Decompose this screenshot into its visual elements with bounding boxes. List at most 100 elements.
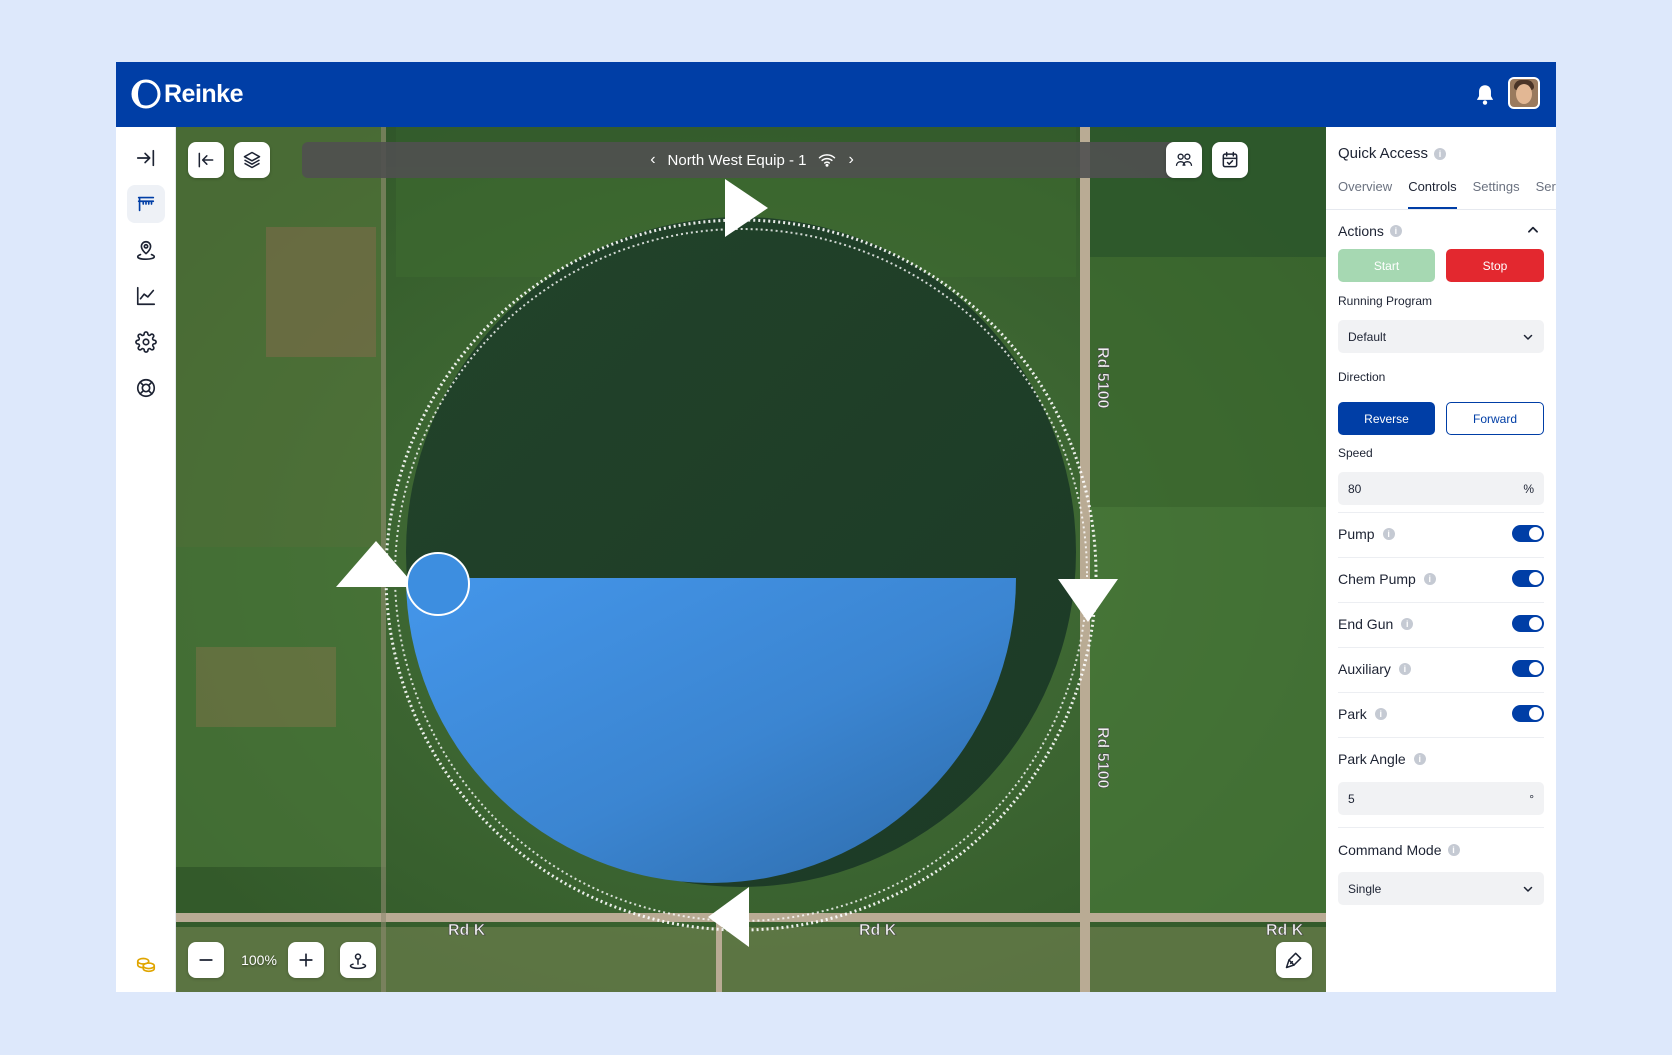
park-toggle[interactable] bbox=[1512, 705, 1544, 722]
satellite-map[interactable]: Rd 5100 Rd 5100 Rd K Rd K Rd K bbox=[176, 127, 1326, 992]
command-mode-select[interactable]: Single bbox=[1338, 872, 1544, 905]
command-mode-title: Command Mode i bbox=[1338, 842, 1460, 858]
chevron-right-icon[interactable]: › bbox=[848, 151, 853, 169]
nav-item-analytics[interactable] bbox=[127, 277, 165, 315]
collapse-panel-button[interactable] bbox=[188, 142, 224, 178]
park-angle-row: Park Angle i bbox=[1338, 737, 1544, 779]
toggle-row-pump: Pump i bbox=[1338, 512, 1544, 554]
park-angle-unit: ° bbox=[1529, 791, 1534, 806]
brand-logo[interactable]: Reinke bbox=[131, 78, 243, 110]
panel-title: Quick Access i bbox=[1338, 145, 1447, 162]
quick-access-panel: Quick Access i Overview Controls Setting… bbox=[1326, 127, 1556, 992]
zoom-level: 100% bbox=[241, 952, 277, 968]
draw-button[interactable] bbox=[1276, 942, 1312, 978]
left-nav bbox=[116, 127, 176, 992]
info-icon[interactable]: i bbox=[1447, 844, 1460, 856]
info-icon[interactable]: i bbox=[1389, 225, 1402, 237]
tab-overview[interactable]: Overview bbox=[1338, 179, 1392, 209]
start-button[interactable]: Start bbox=[1338, 249, 1435, 282]
info-icon[interactable]: i bbox=[1398, 662, 1411, 675]
panel-title-text: Quick Access bbox=[1338, 145, 1429, 162]
park-label: Park bbox=[1338, 705, 1367, 722]
minus-icon bbox=[199, 959, 213, 961]
tab-settings[interactable]: Settings bbox=[1473, 179, 1520, 209]
end-gun-toggle[interactable] bbox=[1512, 615, 1544, 632]
end-gun-label: End Gun bbox=[1338, 615, 1394, 632]
road-label: Rd K bbox=[448, 922, 486, 939]
layers-button[interactable] bbox=[234, 142, 270, 178]
plus-icon bbox=[299, 953, 313, 967]
group-button[interactable] bbox=[1166, 142, 1202, 178]
actions-title: Actions i bbox=[1338, 223, 1402, 239]
chem-pump-toggle[interactable] bbox=[1512, 570, 1544, 587]
chem-pump-label: Chem Pump bbox=[1338, 570, 1416, 587]
map-view[interactable]: Rd 5100 Rd 5100 Rd K Rd K Rd K ‹ North W… bbox=[176, 127, 1326, 992]
chevron-down-icon bbox=[1523, 334, 1533, 340]
running-program-select[interactable]: Default bbox=[1338, 320, 1544, 353]
toggle-row-park: Park i bbox=[1338, 692, 1544, 734]
toggle-row-chem-pump: Chem Pump i bbox=[1338, 557, 1544, 599]
pump-toggle[interactable] bbox=[1512, 525, 1544, 542]
direction-label: Direction bbox=[1338, 370, 1386, 384]
info-icon[interactable]: i bbox=[1434, 147, 1447, 160]
nav-item-support[interactable] bbox=[127, 369, 165, 407]
tabs-divider bbox=[1326, 209, 1556, 210]
auxiliary-toggle[interactable] bbox=[1512, 660, 1544, 677]
panel-tabs: Overview Controls Settings Ser bbox=[1338, 179, 1556, 209]
map-pin-icon bbox=[136, 240, 156, 260]
zoom-out-button[interactable] bbox=[188, 942, 224, 978]
location-pin-icon bbox=[349, 953, 367, 970]
pump-label: Pump bbox=[1338, 525, 1375, 542]
gear-icon bbox=[135, 331, 157, 353]
collapse-nav-button[interactable] bbox=[127, 139, 165, 177]
speed-unit: % bbox=[1523, 481, 1534, 496]
toggle-row-auxiliary: Auxiliary i bbox=[1338, 647, 1544, 689]
pivot-irrigation-icon bbox=[137, 196, 155, 212]
road-label: Rd K bbox=[1266, 922, 1304, 939]
chevron-left-icon[interactable]: ‹ bbox=[650, 151, 655, 169]
divider bbox=[1338, 827, 1544, 828]
chevron-up-icon[interactable] bbox=[1526, 223, 1540, 237]
app-window: Reinke Rd 5100 Rd 5100 Rd K Rd K Rd K ‹ … bbox=[116, 62, 1556, 992]
tab-service[interactable]: Ser bbox=[1536, 179, 1556, 209]
nav-item-coins[interactable] bbox=[127, 945, 165, 983]
pen-tool-icon bbox=[1285, 952, 1302, 969]
zoom-in-button[interactable] bbox=[288, 942, 324, 978]
locate-button[interactable] bbox=[340, 942, 376, 978]
reinke-logo-icon bbox=[131, 79, 161, 109]
info-icon[interactable]: i bbox=[1413, 752, 1426, 765]
info-icon[interactable]: i bbox=[1423, 572, 1436, 585]
equipment-name: North West Equip - 1 bbox=[667, 151, 807, 169]
user-avatar[interactable] bbox=[1508, 77, 1540, 109]
park-angle-input[interactable]: 5 ° bbox=[1338, 782, 1544, 815]
command-mode-label: Command Mode bbox=[1338, 842, 1442, 858]
lifebuoy-icon bbox=[136, 378, 156, 398]
park-angle-label: Park Angle bbox=[1338, 750, 1406, 767]
auxiliary-label: Auxiliary bbox=[1338, 660, 1391, 677]
nav-item-settings[interactable] bbox=[127, 323, 165, 361]
speed-input[interactable]: 80 % bbox=[1338, 472, 1544, 505]
actions-title-text: Actions bbox=[1338, 223, 1384, 239]
stop-button[interactable]: Stop bbox=[1446, 249, 1544, 282]
speed-label: Speed bbox=[1338, 446, 1373, 460]
road-label: Rd 5100 bbox=[1094, 347, 1111, 408]
reverse-button[interactable]: Reverse bbox=[1338, 402, 1435, 435]
nav-item-pivots[interactable] bbox=[127, 185, 165, 223]
arrow-left-to-line-icon bbox=[198, 152, 214, 168]
calendar-check-icon bbox=[1222, 151, 1238, 168]
info-icon[interactable]: i bbox=[1382, 527, 1395, 540]
running-program-label: Running Program bbox=[1338, 294, 1433, 308]
schedule-button[interactable] bbox=[1212, 142, 1248, 178]
arrow-right-to-line-icon bbox=[136, 149, 155, 167]
command-mode-value: Single bbox=[1348, 881, 1382, 896]
coins-icon bbox=[136, 957, 156, 973]
info-icon[interactable]: i bbox=[1374, 707, 1387, 720]
speed-value: 80 bbox=[1348, 481, 1362, 496]
forward-button[interactable]: Forward bbox=[1446, 402, 1544, 435]
brand-name: Reinke bbox=[164, 79, 243, 108]
bell-icon[interactable] bbox=[1472, 82, 1498, 108]
tab-controls[interactable]: Controls bbox=[1408, 179, 1457, 209]
info-icon[interactable]: i bbox=[1401, 617, 1414, 630]
nav-item-locations[interactable] bbox=[127, 231, 165, 269]
users-group-icon bbox=[1175, 153, 1193, 166]
